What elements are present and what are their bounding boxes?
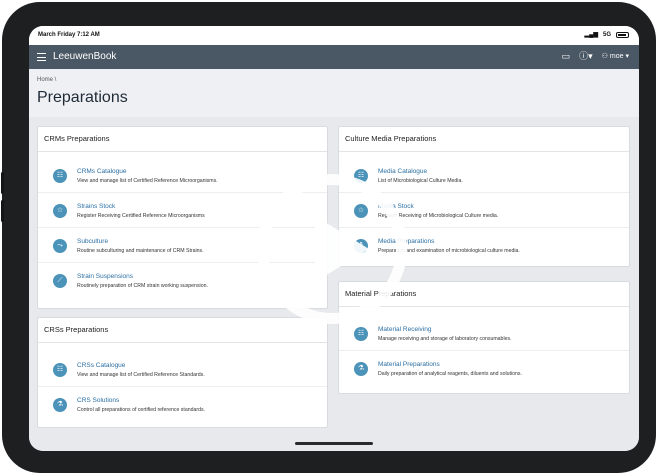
tablet-frame: March Friday 7:12 AM ▂▄▆ 5G LeeuwenBook … xyxy=(1,2,656,473)
item-description: View and manage list of Certified Refere… xyxy=(77,372,205,378)
item-description: Routinely preparation of CRM strain work… xyxy=(77,283,208,289)
list-icon: ☷ xyxy=(53,363,67,377)
app-name[interactable]: LeeuwenBook xyxy=(53,51,116,62)
volume-up-button xyxy=(1,172,4,194)
item-description: Manage receiving and storage of laborato… xyxy=(378,336,512,342)
page-title: Preparations xyxy=(37,89,128,106)
card-title: CRMs Preparations xyxy=(38,127,327,152)
item-title[interactable]: Material Preparations xyxy=(378,361,440,368)
breadcrumb-home[interactable]: Home xyxy=(37,77,53,83)
status-indicators: ▂▄▆ 5G xyxy=(584,31,629,38)
user-icon: ⚇ xyxy=(601,53,608,60)
screen: March Friday 7:12 AM ▂▄▆ 5G LeeuwenBook … xyxy=(29,26,639,451)
status-bar: March Friday 7:12 AM ▂▄▆ 5G xyxy=(29,26,639,45)
play-icon[interactable] xyxy=(315,216,369,282)
status-time: March Friday 7:12 AM xyxy=(38,32,100,38)
header-actions: ▭ ⓘ▾ ⚇ moe ▾ xyxy=(562,51,629,61)
item-title[interactable]: CRS Solutions xyxy=(77,397,119,404)
item-title[interactable]: Strains Stock xyxy=(77,203,115,210)
network-label: 5G xyxy=(602,31,611,38)
flask-icon: ⚗ xyxy=(354,362,368,376)
card-crss-preparations: CRSs Preparations ☷ CRSs Catalogue View … xyxy=(37,317,328,428)
item-title[interactable]: Material Receiving xyxy=(378,326,431,333)
item-description: Control all preparations of certified re… xyxy=(77,407,206,413)
signal-icon: ▂▄▆ xyxy=(584,32,598,38)
star-icon: ☆ xyxy=(53,204,67,218)
app-header: LeeuwenBook ▭ ⓘ▾ ⚇ moe ▾ xyxy=(29,45,639,69)
user-menu[interactable]: ⚇ moe ▾ xyxy=(602,52,629,60)
home-indicator xyxy=(295,442,373,445)
page-header: Home \ Preparations xyxy=(29,69,639,117)
menu-icon[interactable] xyxy=(37,53,46,61)
chat-icon[interactable]: ▭ xyxy=(562,51,571,61)
volume-down-button xyxy=(1,200,4,222)
item-description: Routine subculturing and maintenance of … xyxy=(77,248,204,254)
list-icon: ☷ xyxy=(354,327,368,341)
user-name: moe xyxy=(609,53,624,60)
item-description: View and manage list of Certified Refere… xyxy=(77,178,218,184)
item-title[interactable]: CRSs Catalogue xyxy=(77,362,125,369)
list-icon: ☷ xyxy=(53,169,67,183)
help-icon[interactable]: ⓘ▾ xyxy=(579,51,593,61)
item-description: List of Microbiological Culture Media. xyxy=(378,178,463,184)
pipette-icon: ⟋ xyxy=(53,274,67,288)
list-item-material-preparations[interactable]: ⚗ Material Preparations Daily preparatio… xyxy=(339,351,629,386)
card-title: Culture Media Preparations xyxy=(339,127,629,152)
card-title: CRSs Preparations xyxy=(38,318,327,343)
list-item-media-catalogue[interactable]: ☷ Media Catalogue List of Microbiologica… xyxy=(339,158,629,193)
breadcrumb: Home \ xyxy=(37,77,57,83)
list-item-crs-solutions[interactable]: ⚗ CRS Solutions Control all preparations… xyxy=(38,387,327,422)
item-title[interactable]: Strain Suspensions xyxy=(77,273,133,280)
item-description: Register Receiving Certified Reference M… xyxy=(77,213,205,219)
item-title[interactable]: Media Catalogue xyxy=(378,168,427,175)
item-title[interactable]: CRMs Catalogue xyxy=(77,168,127,175)
flask-icon: ⚗ xyxy=(53,398,67,412)
item-title[interactable]: Subculture xyxy=(77,238,108,245)
subculture-icon: ⤳ xyxy=(53,239,67,253)
battery-icon xyxy=(616,31,629,38)
list-item-crss-catalogue[interactable]: ☷ CRSs Catalogue View and manage list of… xyxy=(38,352,327,387)
item-description: Daily preparation of analytical reagents… xyxy=(378,371,522,377)
list-item-material-receiving[interactable]: ☷ Material Receiving Manage receiving an… xyxy=(339,316,629,351)
list-item-crms-catalogue[interactable]: ☷ CRMs Catalogue View and manage list of… xyxy=(38,158,327,193)
